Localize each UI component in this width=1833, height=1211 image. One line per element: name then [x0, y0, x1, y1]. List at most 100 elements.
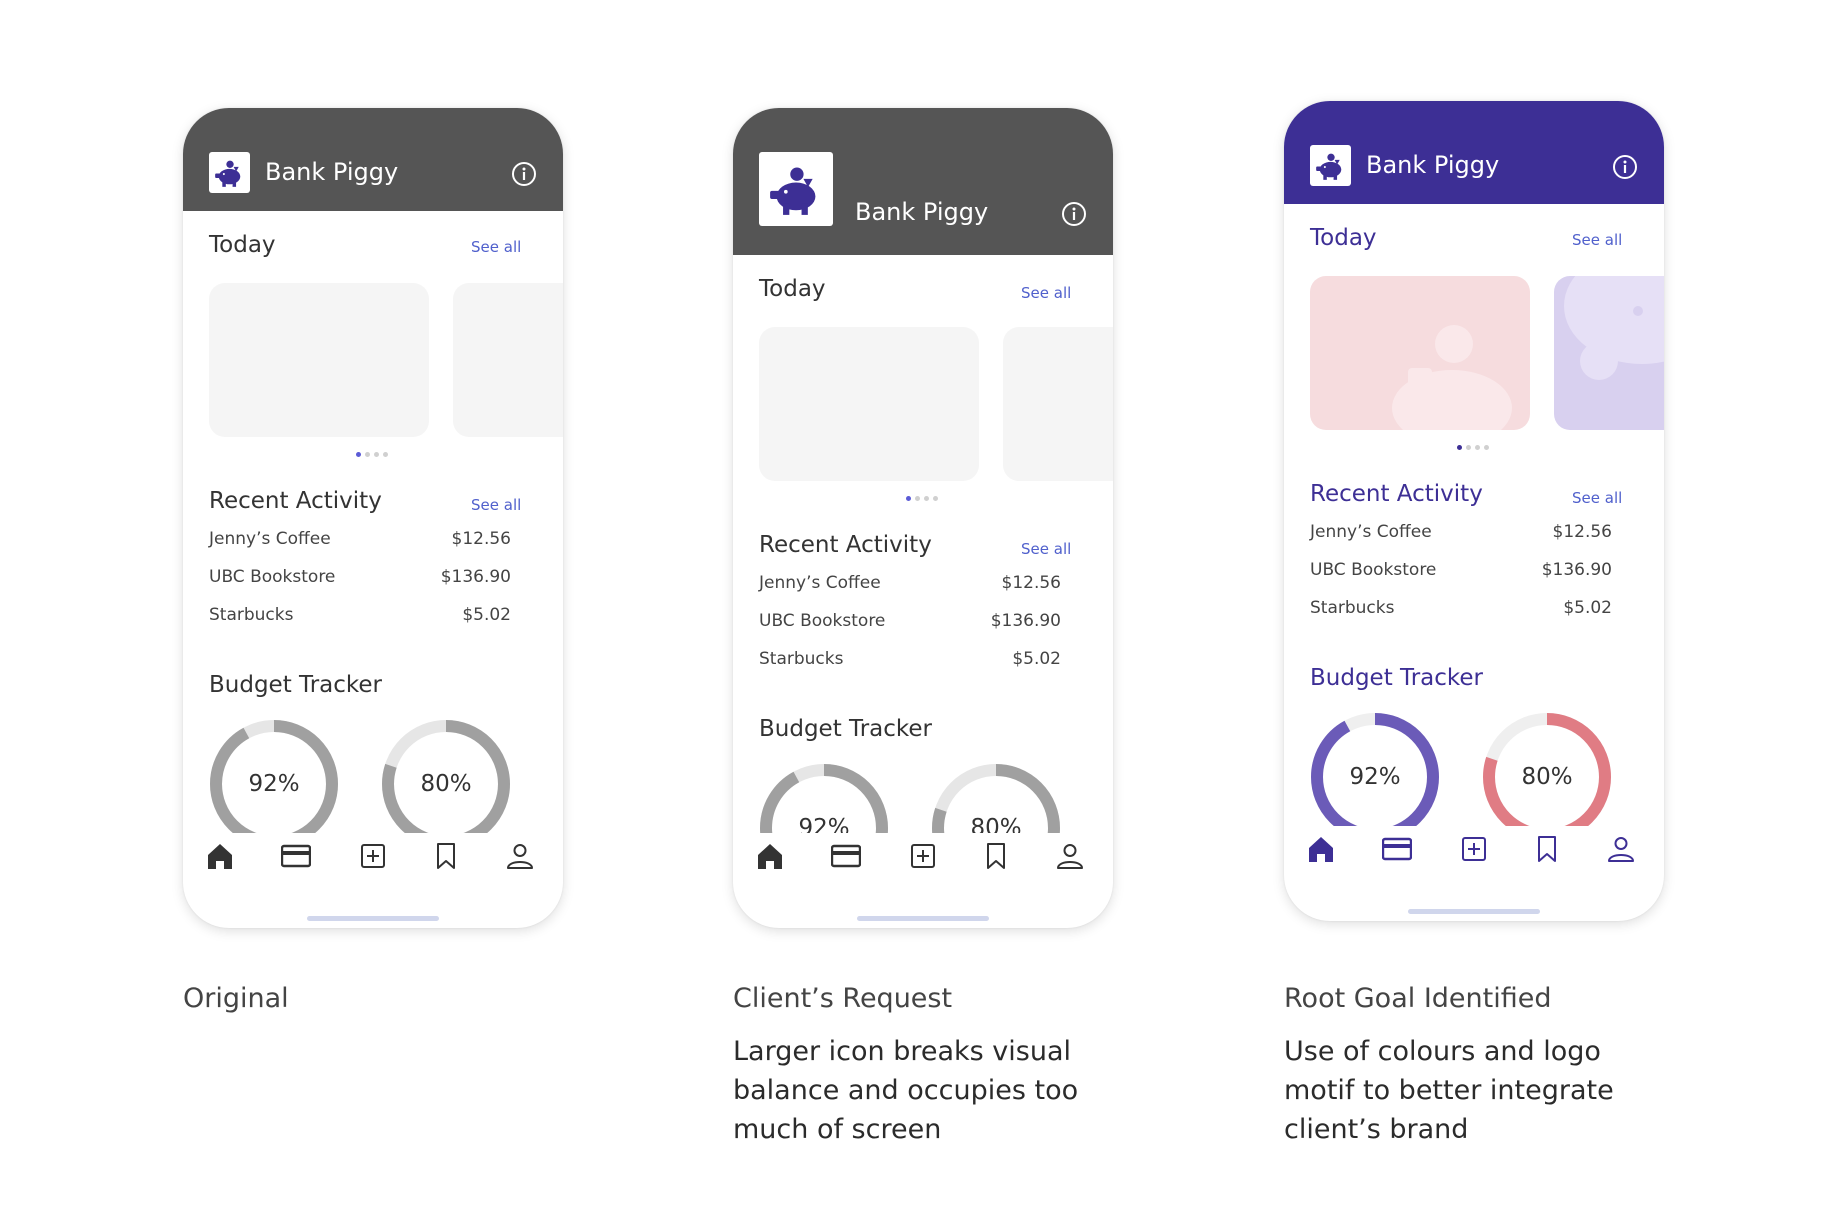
carousel-dot-active[interactable]: [356, 452, 361, 457]
transaction-amount: $136.90: [1541, 560, 1612, 580]
transaction-name: Starbucks: [1310, 598, 1395, 618]
budget-donut: 92%: [1310, 712, 1440, 826]
bookmark-icon[interactable]: [1532, 834, 1562, 864]
donut-percent-label: 92%: [1349, 764, 1401, 790]
transaction-amount: $12.56: [1001, 573, 1061, 593]
phone-content: Bank Piggy Today See all Recent Activity…: [1284, 101, 1664, 826]
add-icon[interactable]: [1459, 834, 1489, 864]
section-title-recent-activity: Recent Activity: [1310, 481, 1483, 507]
carousel-dot-active[interactable]: [1457, 445, 1462, 450]
carousel-dot[interactable]: [374, 452, 379, 457]
transaction-amount: $136.90: [440, 567, 511, 587]
section-title-budget-tracker: Budget Tracker: [1310, 665, 1484, 691]
section-title-today: Today: [1310, 225, 1377, 251]
today-card[interactable]: [1003, 327, 1113, 481]
budget-donut: 92%: [759, 763, 889, 833]
transaction-name: Jenny’s Coffee: [1310, 522, 1432, 542]
home-indicator[interactable]: [1408, 909, 1540, 914]
app-title: Bank Piggy: [1366, 151, 1500, 179]
see-all-today-link[interactable]: See all: [1572, 231, 1622, 249]
phone-frame: Bank Piggy Today See all Recent Activity…: [733, 108, 1113, 928]
transaction-amount: $136.90: [990, 611, 1061, 631]
see-all-today-link[interactable]: See all: [471, 238, 521, 256]
info-icon[interactable]: [1061, 201, 1087, 227]
carousel-dot-active[interactable]: [906, 496, 911, 501]
carousel-dot[interactable]: [1475, 445, 1480, 450]
see-all-today-link[interactable]: See all: [1021, 284, 1071, 302]
transaction-amount: $5.02: [1563, 598, 1612, 618]
see-all-recent-link[interactable]: See all: [471, 496, 521, 514]
phone-frame: Bank Piggy Today See all Recent Activity…: [1284, 101, 1664, 921]
piggy-bank-logo-icon: [759, 152, 833, 226]
donut-percent-label: 92%: [248, 771, 300, 797]
home-indicator[interactable]: [857, 916, 989, 921]
carousel-dot[interactable]: [383, 452, 388, 457]
piggy-motif-illustration: [1392, 325, 1512, 430]
today-card[interactable]: [759, 327, 979, 481]
budget-donut: 80%: [381, 719, 511, 833]
profile-icon[interactable]: [1606, 834, 1636, 864]
transaction-amount: $12.56: [451, 529, 511, 549]
carousel-dot[interactable]: [933, 496, 938, 501]
add-icon[interactable]: [358, 841, 388, 871]
transaction-amount: $12.56: [1552, 522, 1612, 542]
info-icon[interactable]: [511, 161, 537, 187]
budget-donut: 92%: [209, 719, 339, 833]
transaction-amount: $5.02: [1012, 649, 1061, 669]
caption-description: Larger icon breaks visual balance and oc…: [733, 1036, 1079, 1145]
phone-content: Bank Piggy Today See all Recent Activity…: [733, 108, 1113, 833]
card-icon[interactable]: [831, 841, 861, 871]
budget-donut: 80%: [1482, 712, 1612, 826]
section-title-recent-activity: Recent Activity: [209, 488, 382, 514]
carousel-dot[interactable]: [365, 452, 370, 457]
home-icon[interactable]: [755, 841, 785, 871]
caption-title: Client’s Request: [733, 983, 953, 1014]
phone-frame: Bank Piggy Today See all Recent Activity…: [183, 108, 563, 928]
today-card[interactable]: [209, 283, 429, 437]
phone-content: Bank Piggy Today See all Recent Activity…: [183, 108, 563, 833]
info-icon[interactable]: [1612, 154, 1638, 180]
section-title-recent-activity: Recent Activity: [759, 532, 932, 558]
home-indicator[interactable]: [307, 916, 439, 921]
piggy-bank-logo-icon: [209, 152, 250, 193]
transaction-name: Starbucks: [759, 649, 844, 669]
today-card[interactable]: [453, 283, 563, 437]
see-all-recent-link[interactable]: See all: [1021, 540, 1071, 558]
piggy-motif-illustration: [1564, 276, 1664, 380]
app-title: Bank Piggy: [265, 158, 399, 186]
home-icon[interactable]: [1306, 834, 1336, 864]
carousel-dot[interactable]: [1484, 445, 1489, 450]
section-title-today: Today: [209, 232, 276, 258]
profile-icon[interactable]: [505, 841, 535, 871]
carousel-dot[interactable]: [1466, 445, 1471, 450]
profile-icon[interactable]: [1055, 841, 1085, 871]
card-icon[interactable]: [1382, 834, 1412, 864]
card-icon[interactable]: [281, 841, 311, 871]
section-title-budget-tracker: Budget Tracker: [209, 672, 383, 698]
carousel-dot[interactable]: [915, 496, 920, 501]
donut-percent-label: 80%: [970, 815, 1022, 833]
donut-percent-label: 80%: [1521, 764, 1573, 790]
bookmark-icon[interactable]: [981, 841, 1011, 871]
see-all-recent-link[interactable]: See all: [1572, 489, 1622, 507]
carousel-dot[interactable]: [924, 496, 929, 501]
donut-percent-label: 80%: [420, 771, 472, 797]
home-icon[interactable]: [205, 841, 235, 871]
budget-donut: 80%: [931, 763, 1061, 833]
caption-title: Root Goal Identified: [1284, 983, 1552, 1014]
app-header: Bank Piggy: [733, 108, 1113, 255]
caption-title: Original: [183, 983, 289, 1014]
add-icon[interactable]: [908, 841, 938, 871]
transaction-amount: $5.02: [462, 605, 511, 625]
today-card-piggy-motif[interactable]: [1310, 276, 1530, 430]
piggy-bank-logo-icon: [1310, 145, 1351, 186]
app-header: Bank Piggy: [1284, 101, 1664, 204]
section-title-budget-tracker: Budget Tracker: [759, 716, 933, 742]
transaction-name: Jenny’s Coffee: [209, 529, 331, 549]
today-card-piggy-motif[interactable]: [1554, 276, 1664, 430]
caption-description: Use of colours and logo motif to better …: [1284, 1036, 1614, 1145]
bookmark-icon[interactable]: [431, 841, 461, 871]
app-title: Bank Piggy: [855, 198, 989, 226]
transaction-name: UBC Bookstore: [209, 567, 336, 587]
transaction-name: UBC Bookstore: [1310, 560, 1437, 580]
